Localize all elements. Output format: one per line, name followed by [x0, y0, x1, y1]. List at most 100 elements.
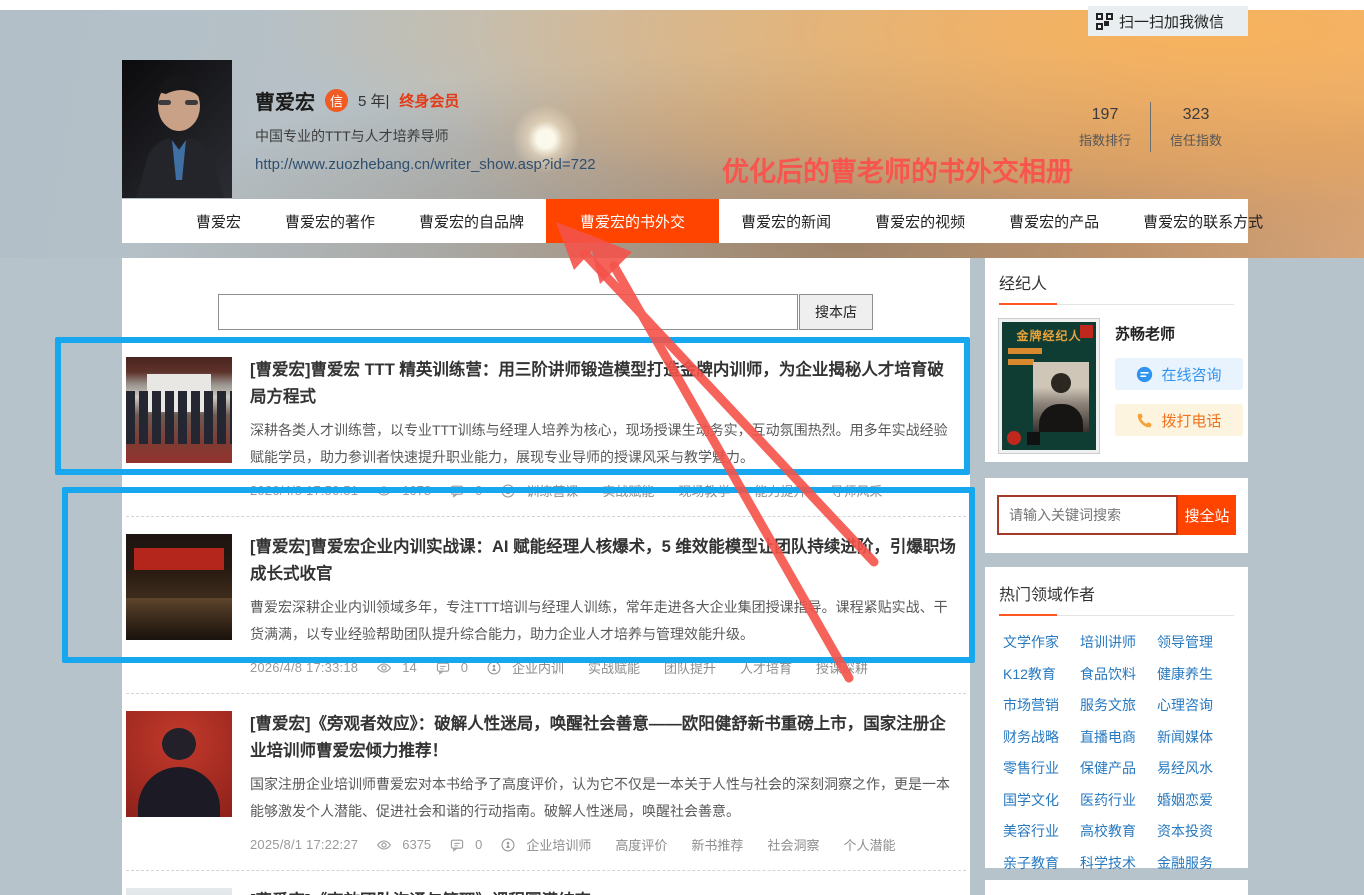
hot-author-tag-link[interactable]: 医药行业 — [1080, 790, 1157, 810]
avatar — [122, 60, 232, 198]
hot-author-tag-link[interactable]: 食品饮料 — [1080, 664, 1157, 684]
hot-author-tag-link[interactable]: 服务文旅 — [1080, 695, 1157, 715]
stat-value: 197 — [1060, 106, 1150, 124]
stat-value: 323 — [1151, 106, 1241, 124]
article-list: [曹爱宏]曹爱宏 TTT 精英训练营：用三阶讲师锻造模型打造金牌内训师，为企业揭… — [126, 340, 966, 895]
hot-author-tag-link[interactable]: 婚姻恋爱 — [1157, 790, 1234, 810]
article-excerpt: 深耕各类人才训练营，以专业TTT训练与经理人培养为核心，现场授课生动务实，互动氛… — [250, 417, 960, 471]
hot-author-tag-link[interactable]: 培训讲师 — [1080, 632, 1157, 652]
article-body: [曹爱宏]《旁观者效应》：破解人性迷局，唤醒社会善意——欧阳健舒新书重磅上市，国… — [250, 711, 960, 854]
article-row: [曹爱宏]《高效团队沟通与管理》课程圆满结束国企管理者综合提升系列课程《高效团队… — [126, 871, 966, 895]
call-phone-button[interactable]: 拨打电话 — [1115, 404, 1243, 436]
views-eye-icon — [376, 660, 392, 676]
agent-magazine-cover[interactable]: 金牌经纪人 — [999, 319, 1099, 453]
article-body: [曹爱宏]曹爱宏企业内训实战课：AI 赋能经理人核爆术，5 维效能模型让团队持续… — [250, 534, 960, 677]
consult-label: 在线咨询 — [1161, 364, 1221, 385]
magazine-seal — [1007, 431, 1021, 445]
article-tag[interactable]: 实战赋能 — [588, 658, 640, 677]
online-consult-button[interactable]: 在线咨询 — [1115, 358, 1243, 390]
nav-tab[interactable]: 曹爱宏的产品 — [987, 199, 1121, 243]
hot-author-tag-link[interactable]: 文学作家 — [1003, 632, 1080, 652]
article-tag[interactable]: 能力提升 — [754, 481, 806, 500]
page: 优化后的曹老师的书外交相册 扫一扫加我微信 曹爱宏 信 5 年| 终身会员 中国… — [0, 0, 1364, 895]
hot-author-tag-link[interactable]: 新闻媒体 — [1157, 727, 1234, 747]
article-meta: 2026/4/8 17:50:5110780训练营课实战赋能现场教学能力提升导师… — [250, 481, 960, 500]
hot-author-tag-link[interactable]: 资本投资 — [1157, 821, 1234, 841]
article-thumbnail[interactable] — [126, 888, 232, 895]
comments-icon — [435, 660, 451, 676]
nav-tab[interactable]: 曹爱宏的新闻 — [719, 199, 853, 243]
hot-author-tag-link[interactable]: 高校教育 — [1080, 821, 1157, 841]
article-excerpt: 国家注册企业培训师曹爱宏对本书给予了高度评价，认为它不仅是一本关于人性与社会的深… — [250, 771, 960, 825]
comments-icon — [449, 483, 465, 499]
article-tag[interactable]: 个人潜能 — [843, 835, 895, 854]
nav-tab[interactable]: 曹爱宏的视频 — [853, 199, 987, 243]
site-search: 搜全站 — [997, 495, 1236, 535]
views-eye-icon — [376, 837, 392, 853]
article-excerpt: 曹爱宏深耕企业内训领域多年，专注TTT培训与经理人训练，常年走进各大企业集团授课… — [250, 594, 960, 648]
hot-author-tag-link[interactable]: 金融服务 — [1157, 853, 1234, 873]
article-comments: 0 — [475, 837, 482, 852]
tags-icon — [486, 660, 502, 676]
article-title-link[interactable]: [曹爱宏]《高效团队沟通与管理》课程圆满结束 — [250, 888, 960, 895]
hot-author-tag-link[interactable]: 健康养生 — [1157, 664, 1234, 684]
article-tag[interactable]: 新书推荐 — [691, 835, 743, 854]
hot-author-tag-link[interactable]: 易经风水 — [1157, 758, 1234, 778]
nav-tab[interactable]: 曹爱宏的联系方式 — [1121, 199, 1285, 243]
article-title-link[interactable]: [曹爱宏]曹爱宏 TTT 精英训练营：用三阶讲师锻造模型打造金牌内训师，为企业揭… — [250, 357, 960, 411]
store-search: 搜本店 — [218, 294, 970, 330]
hot-author-tag-link[interactable]: 美容行业 — [1003, 821, 1080, 841]
profile-nav: 曹爱宏曹爱宏的著作曹爱宏的自品牌曹爱宏的书外交曹爱宏的新闻曹爱宏的视频曹爱宏的产… — [122, 199, 1248, 243]
hot-author-tag-link[interactable]: 领导管理 — [1157, 632, 1234, 652]
comments-icon — [449, 837, 465, 853]
nav-tab[interactable]: 曹爱宏的著作 — [263, 199, 397, 243]
article-tag[interactable]: 导师风采 — [830, 481, 882, 500]
article-tag[interactable]: 授课深耕 — [816, 658, 868, 677]
hot-author-tag-link[interactable]: K12教育 — [1003, 664, 1080, 684]
profile-url-link[interactable]: http://www.zuozhebang.cn/writer_show.asp… — [255, 156, 596, 173]
article-tag[interactable]: 现场教学 — [678, 481, 730, 500]
magazine-qr-icon — [1027, 432, 1040, 445]
stat-index-rank: 197 指数排行 — [1060, 106, 1150, 149]
hot-author-tag-link[interactable]: 科学技术 — [1080, 853, 1157, 873]
article-tag[interactable]: 企业培训师 — [526, 835, 591, 854]
article-row: [曹爱宏]曹爱宏 TTT 精英训练营：用三阶讲师锻造模型打造金牌内训师，为企业揭… — [126, 340, 966, 517]
article-tag[interactable]: 社会洞察 — [767, 835, 819, 854]
nav-tab[interactable]: 曹爱宏 — [174, 199, 263, 243]
article-tag[interactable]: 高度评价 — [615, 835, 667, 854]
article-thumbnail[interactable] — [126, 357, 232, 463]
site-search-card: 搜全站 — [985, 478, 1248, 553]
article-tag[interactable]: 企业内训 — [512, 658, 564, 677]
main-content: 搜本店 [曹爱宏]曹爱宏 TTT 精英训练营：用三阶讲师锻造模型打造金牌内训师，… — [122, 258, 970, 895]
tags-icon — [500, 483, 516, 499]
nav-tab[interactable]: 曹爱宏的自品牌 — [397, 199, 546, 243]
wechat-scan-button[interactable]: 扫一扫加我微信 — [1088, 6, 1248, 36]
hot-author-tag-link[interactable]: 国学文化 — [1003, 790, 1080, 810]
article-thumbnail[interactable] — [126, 711, 232, 817]
hot-author-tag-link[interactable]: 亲子教育 — [1003, 853, 1080, 873]
article-tag[interactable]: 实战赋能 — [602, 481, 654, 500]
store-search-input[interactable] — [218, 294, 798, 330]
hot-author-tag-link[interactable]: 财务战略 — [1003, 727, 1080, 747]
nav-tab[interactable]: 曹爱宏的书外交 — [546, 199, 719, 243]
article-tag[interactable]: 训练营课 — [526, 481, 578, 500]
qr-code-icon — [1096, 13, 1113, 30]
article-tag[interactable]: 人才培育 — [740, 658, 792, 677]
site-search-button[interactable]: 搜全站 — [1178, 495, 1236, 535]
profile-stats: 197 指数排行 323 信任指数 — [1060, 102, 1250, 152]
article-thumbnail[interactable] — [126, 534, 232, 640]
article-title-link[interactable]: [曹爱宏]曹爱宏企业内训实战课：AI 赋能经理人核爆术，5 维效能模型让团队持续… — [250, 534, 960, 588]
article-row: [曹爱宏]《旁观者效应》：破解人性迷局，唤醒社会善意——欧阳健舒新书重磅上市，国… — [126, 694, 966, 871]
hot-author-tag-link[interactable]: 心理咨询 — [1157, 695, 1234, 715]
site-search-input[interactable] — [997, 495, 1178, 535]
stat-label: 信任指数 — [1151, 130, 1241, 149]
hot-author-tag-link[interactable]: 直播电商 — [1080, 727, 1157, 747]
hot-author-tag-link[interactable]: 市场营销 — [1003, 695, 1080, 715]
agent-body: 金牌经纪人 苏畅老师 在线咨询 — [999, 319, 1234, 453]
hot-author-tag-link[interactable]: 零售行业 — [1003, 758, 1080, 778]
chat-icon — [1136, 366, 1153, 383]
article-tag[interactable]: 团队提升 — [664, 658, 716, 677]
hot-author-tag-link[interactable]: 保健产品 — [1080, 758, 1157, 778]
store-search-button[interactable]: 搜本店 — [799, 294, 873, 330]
article-title-link[interactable]: [曹爱宏]《旁观者效应》：破解人性迷局，唤醒社会善意——欧阳健舒新书重磅上市，国… — [250, 711, 960, 765]
